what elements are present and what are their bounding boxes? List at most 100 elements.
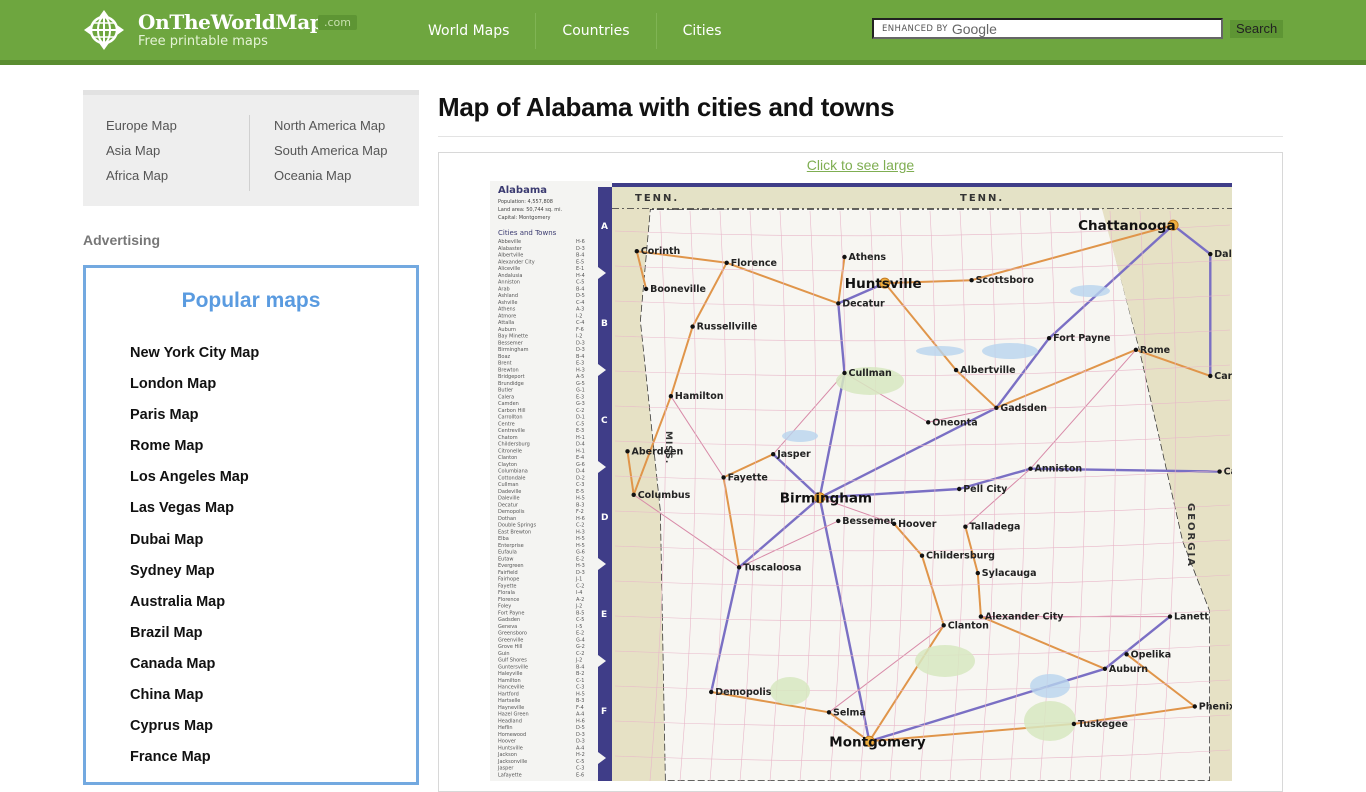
map-land-area: Land area: 50,744 sq. mi. <box>498 207 563 213</box>
popular-map-link[interactable]: New York City Map <box>130 338 259 369</box>
map-index-entry: Eufaula <box>498 550 517 556</box>
map-city-label: Columbus <box>638 490 691 501</box>
title-divider <box>438 136 1283 137</box>
map-index-grid: H-5 <box>576 536 585 542</box>
map-city-dot <box>941 623 946 628</box>
search-input[interactable]: ENHANCED BY Google <box>872 18 1223 39</box>
popular-map-link[interactable]: Dubai Map <box>130 525 259 556</box>
map-index-grid: C-5 <box>576 280 584 286</box>
map-index-grid: C-5 <box>576 759 584 765</box>
map-city-dot <box>771 452 776 457</box>
map-city-label: Anniston <box>1035 464 1083 475</box>
map-index-grid: D-3 <box>576 732 585 738</box>
nav-world-maps[interactable]: World Maps <box>410 13 537 49</box>
map-index-grid: E-5 <box>576 259 584 265</box>
continent-links: Europe Map Asia Map Africa Map North Ame… <box>83 90 419 206</box>
map-index-grid: D-3 <box>576 739 585 745</box>
map-index-entry: Daleville <box>498 496 520 502</box>
map-index-entry: Hoover <box>498 739 517 745</box>
nav-cities[interactable]: Cities <box>657 13 748 49</box>
map-forest <box>1024 701 1076 741</box>
link-south-america-map[interactable]: South America Map <box>274 138 387 163</box>
popular-map-link[interactable]: China Map <box>130 680 259 711</box>
map-city-dot <box>926 420 931 425</box>
map-index-entry: Cullman <box>498 482 519 488</box>
search-button[interactable]: Search <box>1230 19 1284 38</box>
map-index-grid: C-2 <box>576 583 584 589</box>
site-tagline: Free printable maps <box>138 34 268 49</box>
link-africa-map[interactable]: Africa Map <box>106 163 177 188</box>
site-tld-badge: .com <box>318 15 357 30</box>
map-index-entry: Bridgeport <box>498 374 525 380</box>
map-city-label: Decatur <box>842 298 885 309</box>
main-nav: World Maps Countries Cities <box>410 13 748 49</box>
map-label-miss: MISS. <box>663 431 673 464</box>
map-index-grid: A-4 <box>576 745 584 751</box>
map-index-entry: Cottondale <box>498 475 525 481</box>
map-lake <box>916 346 964 356</box>
see-large-link[interactable]: Click to see large <box>439 157 1282 173</box>
map-city-dot <box>1124 652 1129 657</box>
map-index-entry: Demopolis <box>498 509 525 515</box>
site-logo[interactable]: OnTheWorldMap Free printable maps .com <box>83 9 357 51</box>
popular-map-link[interactable]: Australia Map <box>130 587 259 618</box>
map-index-entry: Andalusia <box>498 273 522 279</box>
map-index-entry: Alexander City <box>498 259 535 265</box>
map-index-entry: Eutaw <box>498 556 513 562</box>
nav-countries[interactable]: Countries <box>536 13 657 49</box>
map-index-entry: Clanton <box>498 455 517 461</box>
link-oceania-map[interactable]: Oceania Map <box>274 163 387 188</box>
popular-map-link[interactable]: Canada Map <box>130 649 259 680</box>
popular-map-link[interactable]: Cyprus Map <box>130 711 259 742</box>
link-europe-map[interactable]: Europe Map <box>106 113 177 138</box>
popular-map-link[interactable]: Sydney Map <box>130 556 259 587</box>
map-label-tenn-west: TENN. <box>635 193 679 204</box>
map-index-entry: Citronelle <box>498 448 522 454</box>
map-index-entry: Carrollton <box>498 415 523 421</box>
site-search: ENHANCED BY Google Search <box>872 18 1284 39</box>
map-index-grid: D-5 <box>576 293 585 299</box>
link-north-america-map[interactable]: North America Map <box>274 113 387 138</box>
map-index-grid: D-3 <box>576 347 585 353</box>
map-index-entry: Calera <box>498 394 514 400</box>
map-panel: Click to see large Abbeville H-6 Alabaster… <box>438 152 1283 792</box>
map-city-label: Pell City <box>963 484 1008 495</box>
map-index-entry: Enterprise <box>498 543 524 549</box>
map-index-entry: Hamilton <box>498 678 521 684</box>
map-city-label: Alexander City <box>985 612 1064 623</box>
popular-map-link[interactable]: London Map <box>130 369 259 400</box>
map-index-entry: Anniston <box>498 280 520 286</box>
alabama-map-image[interactable]: Abbeville H-6 Alabaster D-3 Albertville B-4 Al… <box>490 181 1232 781</box>
map-index-tab: D <box>601 513 608 523</box>
map-index-grid: G-6 <box>576 550 585 556</box>
map-index-entry: Greensboro <box>498 631 527 637</box>
map-label-tenn-east: TENN. <box>960 193 1004 204</box>
popular-map-link[interactable]: Rome Map <box>130 431 259 462</box>
map-index-entry: Arab <box>498 286 510 292</box>
map-city-dot <box>709 689 714 695</box>
map-city-label: Corinth <box>641 246 681 257</box>
popular-map-link[interactable]: Brazil Map <box>130 618 259 649</box>
map-lake <box>782 430 818 442</box>
map-index-grid: I-4 <box>576 590 582 596</box>
map-city-label: Russellville <box>697 322 758 333</box>
popular-maps-box: Popular maps New York City Map London Ma… <box>83 265 419 785</box>
map-index-entry: Carbon Hill <box>498 408 526 414</box>
popular-map-link[interactable]: France Map <box>130 742 259 773</box>
map-major-city-label: Birmingham <box>780 491 872 507</box>
map-index-entry: Jacksonville <box>497 759 527 765</box>
map-index-entry: Gulf Shores <box>498 658 527 664</box>
advertising-label: Advertising <box>83 232 161 248</box>
map-index-grid: C-3 <box>576 685 584 691</box>
popular-map-link[interactable]: Las Vegas Map <box>130 493 259 524</box>
map-city-dot <box>842 254 847 260</box>
map-index-grid: I-2 <box>576 334 582 340</box>
link-asia-map[interactable]: Asia Map <box>106 138 177 163</box>
popular-map-link[interactable]: Los Angeles Map <box>130 462 259 493</box>
map-index-grid: C-4 <box>576 300 584 306</box>
map-index-entry: Gadsden <box>498 617 520 623</box>
map-city-label: Hamilton <box>675 391 724 402</box>
popular-map-link[interactable]: Paris Map <box>130 400 259 431</box>
map-index-entry: Jasper <box>497 766 514 772</box>
map-city-dot <box>994 405 999 410</box>
